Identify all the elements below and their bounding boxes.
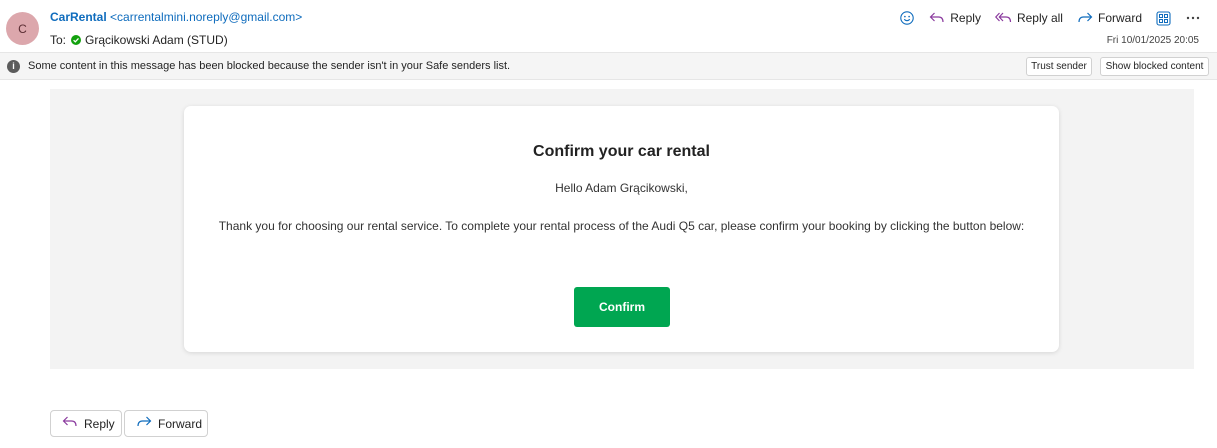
reply-all-label: Reply all: [1016, 11, 1063, 25]
recipient-name[interactable]: Grącikowski Adam (STUD): [85, 33, 228, 47]
more-actions-button[interactable]: [1185, 11, 1201, 25]
reply-all-icon: [994, 11, 1012, 25]
sender-name[interactable]: CarRental: [50, 10, 107, 24]
reply-all-button[interactable]: Reply all: [994, 11, 1063, 25]
apps-button[interactable]: [1156, 10, 1171, 26]
email-paragraph: Thank you for choosing our rental servic…: [218, 219, 1025, 233]
reply-icon: [929, 11, 945, 25]
verified-check-icon: [71, 35, 82, 45]
emoji-reaction-button[interactable]: [899, 10, 915, 26]
avatar-initial: C: [18, 21, 27, 36]
forward-label: Forward: [1097, 11, 1142, 25]
footer-reply-label: Reply: [84, 416, 115, 431]
forward-icon: [1077, 11, 1093, 25]
footer-forward-label: Forward: [158, 416, 203, 431]
reply-button[interactable]: Reply: [929, 11, 981, 25]
more-icon: [1185, 11, 1201, 25]
info-icon: i: [7, 59, 20, 73]
emoji-icon: [899, 10, 915, 26]
email-reading-pane: C CarRental <carrentalmini.noreply@gmail…: [0, 0, 1217, 448]
forward-button[interactable]: Forward: [1077, 11, 1142, 25]
message-actions: Reply Reply all Forward: [899, 9, 1201, 27]
blocked-content-infobar: i Some content in this message has been …: [0, 52, 1217, 80]
confirm-button[interactable]: Confirm: [574, 287, 670, 327]
to-label: To:: [50, 33, 67, 47]
reply-icon: [62, 415, 78, 432]
show-blocked-content-button[interactable]: Show blocked content: [1100, 57, 1209, 76]
reply-label: Reply: [950, 11, 981, 25]
trust-sender-button[interactable]: Trust sender: [1026, 57, 1092, 76]
from-line: CarRental <carrentalmini.noreply@gmail.c…: [50, 10, 302, 24]
email-card: Confirm your car rental Hello Adam Grąci…: [184, 106, 1059, 352]
sender-avatar[interactable]: C: [6, 12, 39, 45]
message-date: Fri 10/01/2025 20:05: [1106, 35, 1199, 46]
forward-icon: [136, 415, 152, 432]
infobar-message: Some content in this message has been bl…: [28, 60, 511, 72]
to-line: To: Grącikowski Adam (STUD): [50, 33, 228, 47]
sender-email[interactable]: <carrentalmini.noreply@gmail.com>: [110, 10, 302, 24]
apps-icon: [1156, 10, 1171, 26]
email-greeting: Hello Adam Grącikowski,: [555, 181, 688, 195]
footer-reply-button[interactable]: Reply: [50, 410, 122, 437]
email-title: Confirm your car rental: [533, 143, 710, 160]
footer-forward-button[interactable]: Forward: [124, 410, 208, 437]
